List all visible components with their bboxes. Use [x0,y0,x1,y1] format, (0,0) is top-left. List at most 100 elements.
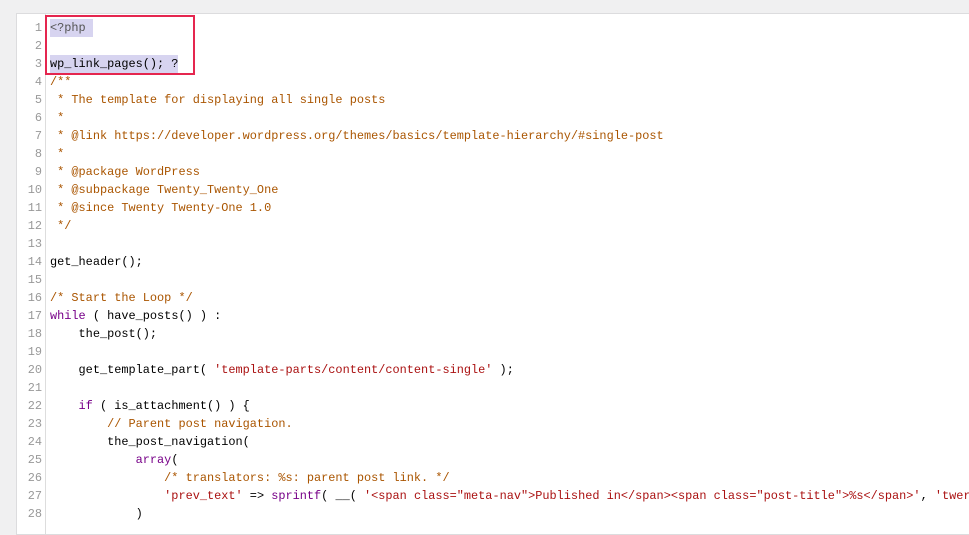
code-text: get_template_part( 'template-parts/conte… [50,361,514,379]
line-number: 5 [34,93,42,107]
code-lines[interactable]: 1 <?php 2 3 wp_link_pages(); ? 4/** 5 * The t… [17,19,969,523]
code-text: array( [50,451,179,469]
code-line[interactable]: 23 // Parent post navigation. [17,415,969,433]
code-token: ( [171,453,179,467]
code-token: array [135,453,172,467]
code-line[interactable]: 11 * @since Twenty Twenty-One 1.0 [17,199,969,217]
code-token: /* Start the Loop */ [50,291,193,305]
code-text: * @package WordPress [50,163,200,181]
line-number: 14 [27,255,42,269]
line-number: 28 [27,507,42,521]
line-number: 7 [34,129,42,143]
code-text: /* Start the Loop */ [50,289,193,307]
code-text: wp_link_pages(); ? [50,55,179,73]
line-number: 21 [27,381,42,395]
code-text: the_post(); [50,325,158,343]
line-number: 27 [27,489,42,503]
code-token: wp_link_pages(); ? [50,57,179,71]
code-text: <?php [50,19,93,37]
code-line[interactable]: 2 [17,37,969,55]
code-token: /* translators: %s: parent post link. */ [50,471,450,485]
code-line[interactable]: 21 [17,379,969,397]
code-line[interactable]: 14 get_header(); [17,253,969,271]
code-line[interactable]: 28 ) [17,505,969,523]
code-line[interactable]: 3 wp_link_pages(); ? [17,55,969,73]
code-line[interactable]: 4 /** [17,73,969,91]
code-token: the_post_navigation( [50,435,250,449]
code-token: */ [50,219,72,233]
code-token: * [50,147,65,161]
code-token: * The template for displaying all single… [50,93,386,107]
line-number: 19 [27,345,42,359]
code-line[interactable]: 24 the_post_navigation( [17,433,969,451]
line-number: 9 [34,165,42,179]
code-line[interactable]: 7 * @link https://developer.wordpress.or… [17,127,969,145]
code-line[interactable]: 17 while ( have_posts() ) : [17,307,969,325]
code-text: * @since Twenty Twenty-One 1.0 [50,199,271,217]
line-number: 16 [27,291,42,305]
code-text: if ( is_attachment() ) { [50,397,250,415]
code-editor[interactable]: 1 <?php 2 3 wp_link_pages(); ? 4/** 5 * The t… [16,13,969,535]
line-number: 18 [27,327,42,341]
line-number: 8 [34,147,42,161]
code-text: */ [50,217,71,235]
code-token: while [50,309,86,323]
code-text: // Parent post navigation. [50,415,293,433]
line-number: 25 [27,453,42,467]
code-line[interactable]: 13 [17,235,969,253]
code-token: sprintf [271,489,322,503]
code-token: 'prev_text' [164,489,243,503]
line-number: 20 [27,363,42,377]
code-text: 'prev_text' => sprintf( __( '<span class… [50,487,969,505]
code-line[interactable]: 20 get_template_part( 'template-parts/co… [17,361,969,379]
code-line[interactable]: 26 /* translators: %s: parent post link.… [17,469,969,487]
code-token: , [920,489,935,503]
code-line[interactable]: 1 <?php [17,19,969,37]
code-token: 'twer [934,489,969,503]
code-text: /* translators: %s: parent post link. */ [50,469,450,487]
code-text: * @subpackage Twenty_Twenty_One [50,181,278,199]
code-token: * @package WordPress [50,165,200,179]
code-line[interactable]: 18 the_post(); [17,325,969,343]
code-line[interactable]: 10 * @subpackage Twenty_Twenty_One [17,181,969,199]
line-number: 6 [34,111,42,125]
code-token: <?php [50,21,93,35]
code-token: * @subpackage Twenty_Twenty_One [50,183,279,197]
code-token: '<span class="meta-nav">Published in</sp… [364,489,921,503]
code-line[interactable]: 9 * @package WordPress [17,163,969,181]
line-number: 1 [34,21,42,35]
code-token: /** [50,75,72,89]
code-token: if [78,399,93,413]
code-line[interactable]: 19 [17,343,969,361]
code-token: * @since Twenty Twenty-One 1.0 [50,201,272,215]
code-token: * @link https://developer.wordpress.org/… [50,129,664,143]
line-number: 13 [27,237,42,251]
code-line[interactable]: 12 */ [17,217,969,235]
code-line[interactable]: 27 'prev_text' => sprintf( __( '<span cl… [17,487,969,505]
code-token: the_post(); [50,327,158,341]
code-token: ( have_posts() ) : [85,309,222,323]
code-text: * [50,145,64,163]
line-number: 12 [27,219,42,233]
code-text: ) [50,505,143,523]
code-line[interactable]: 6 * [17,109,969,127]
line-number: 23 [27,417,42,431]
code-token: ( is_attachment() ) { [92,399,250,413]
code-token: * [50,111,65,125]
code-line[interactable]: 15 [17,271,969,289]
code-line[interactable]: 5 * The template for displaying all sing… [17,91,969,109]
code-text: * [50,109,64,127]
code-token: ( __( [321,489,364,503]
code-text: * @link https://developer.wordpress.org/… [50,127,664,145]
line-number: 26 [27,471,42,485]
code-token: get_header(); [50,255,143,269]
code-line[interactable]: 25 array( [17,451,969,469]
code-line[interactable]: 16 /* Start the Loop */ [17,289,969,307]
code-line[interactable]: 22 if ( is_attachment() ) { [17,397,969,415]
line-number: 2 [34,39,42,53]
code-token: get_template_part( [50,363,215,377]
code-token: => [242,489,272,503]
code-line[interactable]: 8 * [17,145,969,163]
